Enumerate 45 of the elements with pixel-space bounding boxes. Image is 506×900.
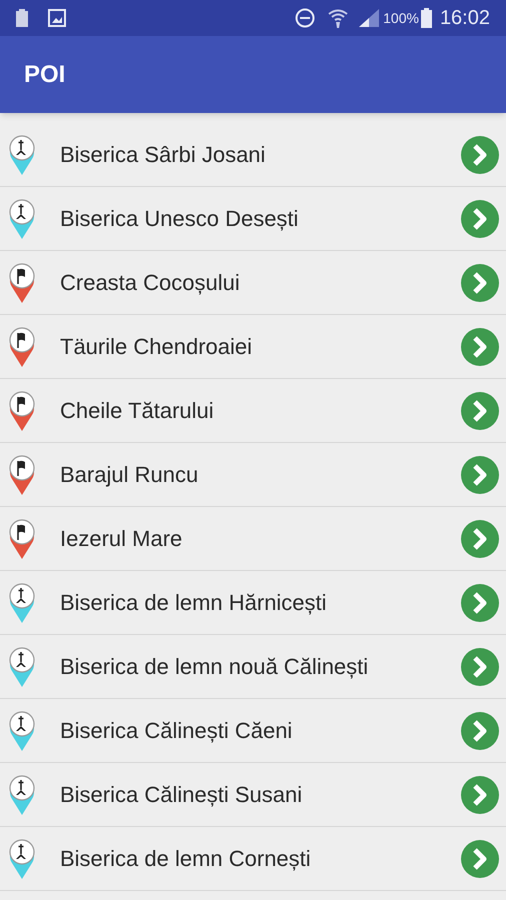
chevron-right-button[interactable] (461, 648, 499, 686)
flag-pin-icon (8, 454, 36, 496)
church-pin-icon (8, 582, 36, 624)
church-pin-icon (8, 198, 36, 240)
poi-name: Biserica Călinești Susani (60, 781, 304, 809)
church-pin-icon (8, 710, 36, 752)
poi-name: Biserica Călinești Căeni (60, 717, 294, 745)
poi-name: Biserica Unesco Desești (60, 205, 300, 233)
chevron-right-button[interactable] (461, 840, 499, 878)
poi-name: Biserica Sârbi Josani (60, 141, 266, 169)
flag-pin-icon (8, 518, 36, 560)
poi-name: Creasta Cocoșului (60, 269, 241, 297)
chevron-right-button[interactable] (461, 712, 499, 750)
wifi-icon (327, 8, 350, 28)
battery-notification-icon (16, 9, 28, 27)
poi-name: Cheile Tătarului (60, 397, 215, 425)
chevron-right-button[interactable] (461, 520, 499, 558)
poi-name: Barajul Runcu (60, 461, 200, 489)
battery-percent: 100% (383, 8, 419, 28)
church-pin-icon (8, 838, 36, 880)
battery-icon (420, 8, 432, 28)
poi-name: Biserica de lemn Cornești (60, 845, 312, 873)
chevron-right-button[interactable] (461, 392, 499, 430)
app-title: POI (24, 60, 66, 90)
poi-name: Iezerul Mare (60, 525, 184, 553)
chevron-right-button[interactable] (461, 584, 499, 622)
flag-pin-icon (8, 390, 36, 432)
church-pin-icon (8, 646, 36, 688)
flag-pin-icon (8, 326, 36, 368)
image-icon (48, 9, 66, 27)
do-not-disturb-icon (295, 8, 316, 28)
chevron-right-button[interactable] (461, 456, 499, 494)
chevron-right-button[interactable] (461, 776, 499, 814)
flag-pin-icon (8, 262, 36, 304)
church-pin-icon (8, 774, 36, 816)
poi-name: Täurile Chendroaiei (60, 333, 253, 361)
chevron-right-button[interactable] (461, 328, 499, 366)
clock: 16:02 (440, 6, 490, 31)
poi-name: Biserica de lemn nouă Călinești (60, 653, 370, 681)
poi-name: Biserica de lemn Hărnicești (60, 589, 328, 617)
chevron-right-button[interactable] (461, 200, 499, 238)
chevron-right-button[interactable] (461, 264, 499, 302)
church-pin-icon (8, 134, 36, 176)
signal-icon (359, 9, 380, 27)
chevron-right-button[interactable] (461, 136, 499, 174)
